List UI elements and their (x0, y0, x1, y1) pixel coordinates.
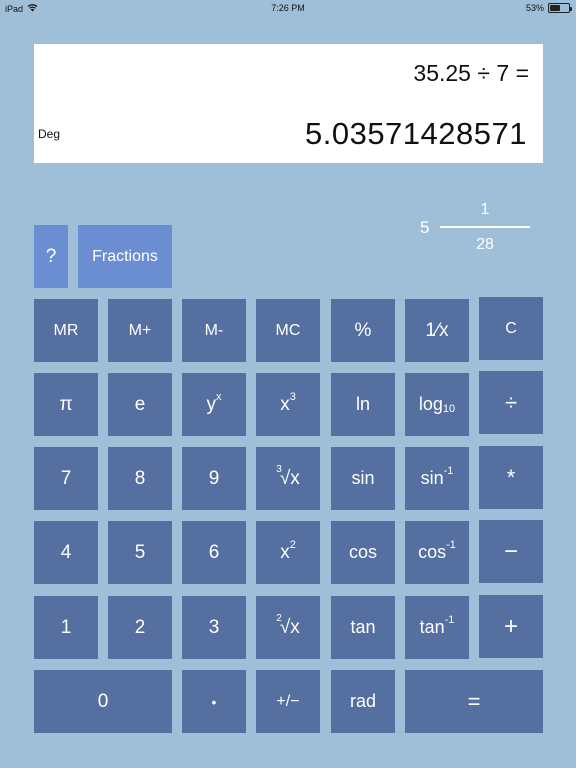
fraction-numerator: 1 (480, 201, 490, 218)
digit-6-button[interactable]: 6 (182, 521, 246, 584)
square-exponent: 2 (289, 538, 296, 551)
digit-1-button[interactable]: 1 (34, 596, 98, 659)
clear-button[interactable]: C (479, 297, 543, 360)
square-root-label: √x (279, 616, 300, 638)
digit-8-button[interactable]: 8 (108, 447, 172, 510)
square-root-button[interactable]: 2 √x (256, 596, 320, 659)
help-button[interactable]: ? (34, 225, 68, 288)
cube-button[interactable]: x3 (256, 373, 320, 436)
power-y-x-button[interactable]: yx (182, 373, 246, 436)
sin-button[interactable]: sin (331, 447, 395, 510)
percent-button[interactable]: % (331, 299, 395, 362)
arcsin-base: sin (420, 468, 444, 488)
reciprocal-button[interactable]: 1⁄x (405, 299, 469, 362)
arctan-base: tan (419, 617, 445, 637)
arccos-base: cos (418, 542, 447, 562)
digit-0-button[interactable]: 0 (34, 670, 172, 733)
rad-mode-button[interactable]: rad (331, 670, 395, 733)
divide-button[interactable]: ÷ (479, 371, 543, 434)
square-base: x (280, 541, 290, 563)
digit-2-button[interactable]: 2 (108, 596, 172, 659)
e-button[interactable]: e (108, 373, 172, 436)
fraction-denominator: 28 (476, 236, 494, 253)
battery-icon (548, 3, 572, 13)
power-base: y (206, 393, 217, 415)
log-base: log (418, 394, 443, 414)
log10-button[interactable]: log 10 (405, 373, 469, 436)
memory-subtract-button[interactable]: M- (182, 299, 246, 362)
cube-exponent: 3 (289, 390, 296, 403)
arctan-exponent: -1 (444, 613, 455, 626)
fraction-result: 5 1 28 (420, 198, 535, 258)
digit-9-button[interactable]: 9 (182, 447, 246, 510)
square-button[interactable]: x2 (256, 521, 320, 584)
fractions-button[interactable]: Fractions (78, 225, 172, 288)
result-text: 5.03571428571 (304, 116, 527, 151)
decimal-point-button[interactable]: • (182, 670, 246, 733)
square-root-index: 2 (276, 613, 282, 624)
plus-button[interactable]: + (479, 595, 543, 658)
memory-recall-button[interactable]: MR (34, 299, 98, 362)
arctan-button[interactable]: tan -1 (405, 596, 469, 659)
arccos-exponent: -1 (446, 538, 456, 551)
equals-button[interactable]: = (405, 670, 543, 733)
arcsin-exponent: -1 (443, 464, 454, 477)
pi-button[interactable]: π (34, 373, 98, 436)
digit-7-button[interactable]: 7 (34, 447, 98, 510)
digit-4-button[interactable]: 4 (34, 521, 98, 584)
tan-button[interactable]: tan (331, 596, 395, 659)
cube-root-index: 3 (276, 464, 282, 475)
cube-root-button[interactable]: 3 √x (256, 447, 320, 510)
status-bar: iPad 7:26 PM 53% (0, 0, 576, 18)
digit-5-button[interactable]: 5 (108, 521, 172, 584)
fraction-bar (440, 226, 530, 228)
arccos-button[interactable]: cos -1 (405, 521, 469, 584)
angle-mode-label: Deg (38, 127, 61, 141)
clock: 7:26 PM (271, 3, 305, 13)
calculator-display: 35.25 ÷ 7 = Deg 5.03571428571 (34, 44, 543, 163)
negate-button[interactable]: +/− (256, 670, 320, 733)
arcsin-button[interactable]: sin -1 (405, 447, 469, 510)
ln-button[interactable]: ln (331, 373, 395, 436)
memory-clear-button[interactable]: MC (256, 299, 320, 362)
cube-base: x (280, 393, 290, 415)
expression-text: 35.25 ÷ 7 = (413, 60, 529, 86)
log-subscript: 10 (442, 402, 456, 415)
minus-button[interactable]: − (479, 520, 543, 583)
digit-3-button[interactable]: 3 (182, 596, 246, 659)
fraction-whole: 5 (420, 218, 430, 237)
power-exponent: x (216, 390, 222, 403)
multiply-button[interactable]: * (479, 446, 543, 509)
memory-add-button[interactable]: M+ (108, 299, 172, 362)
cos-button[interactable]: cos (331, 521, 395, 584)
cube-root-label: √x (279, 467, 300, 489)
battery-percent: 53% (525, 3, 544, 13)
